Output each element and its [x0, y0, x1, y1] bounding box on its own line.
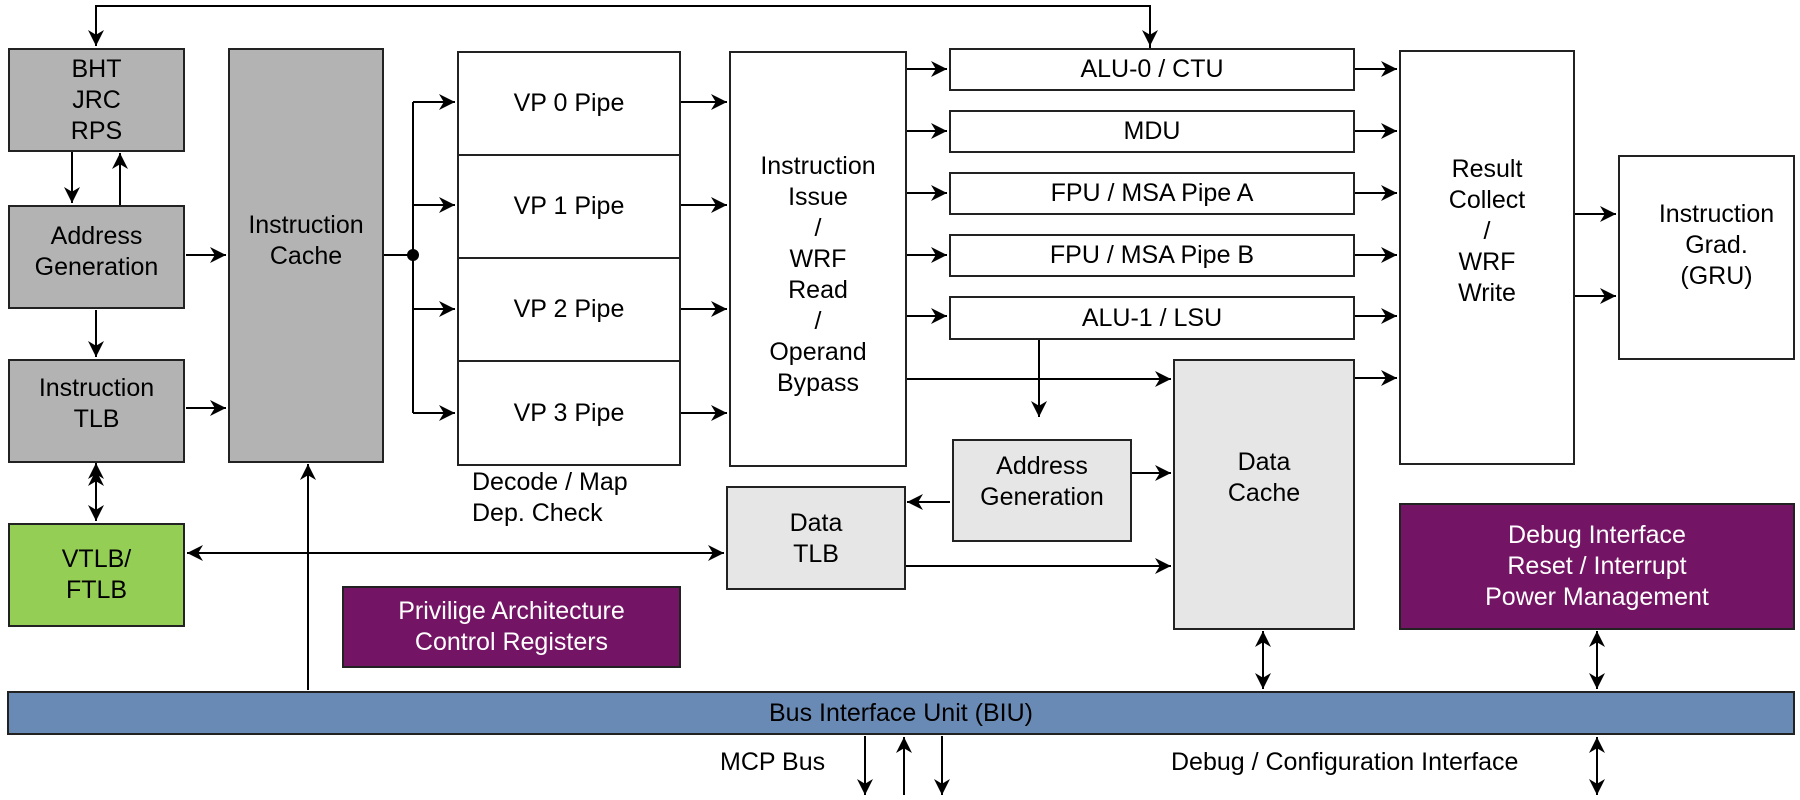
privilege-architecture-block: Privilige Architecture Control Registers	[342, 586, 681, 668]
issue-label-8: Bypass	[777, 369, 859, 397]
instruction-cache-block: Instruction Cache	[228, 48, 384, 463]
instruction-tlb-label-1: Instruction	[38, 374, 155, 402]
vp-3-pipe-label: VP 3 Pipe	[513, 398, 625, 427]
vp-2-pipe: VP 2 Pipe	[457, 257, 681, 362]
issue-label-5: Read	[788, 276, 848, 304]
bht-label: BHT	[71, 54, 122, 83]
issue-label-3: /	[814, 214, 822, 242]
biu-label: Bus Interface Unit (BIU)	[769, 698, 1033, 727]
data-cache-label-2: Cache	[1227, 479, 1301, 507]
result-collect-label-4: WRF	[1458, 248, 1516, 276]
jrc-label: JRC	[72, 85, 121, 114]
vp-3-pipe: VP 3 Pipe	[457, 360, 681, 466]
mdu-label: MDU	[1123, 117, 1181, 145]
debug-label-2: Reset / Interrupt	[1507, 552, 1687, 580]
data-tlb-block: Data TLB	[726, 486, 906, 590]
alu1-lsu-label: ALU-1 / LSU	[1081, 303, 1223, 332]
decode-caption-line-1: Decode / Map	[472, 468, 628, 496]
gru-label-3: (GRU)	[1680, 262, 1753, 290]
result-collect-label-1: Result	[1451, 155, 1523, 183]
instruction-graduation-block: Instruction Grad. (GRU)	[1618, 155, 1795, 360]
instruction-tlb-block: Instruction TLB	[8, 359, 185, 463]
feedback-wire	[88, 5, 1151, 48]
vp-0-pipe: VP 0 Pipe	[457, 51, 681, 156]
mdu-unit: MDU	[949, 110, 1355, 153]
issue-label-6: /	[814, 307, 822, 335]
fpu-msa-pipe-a-unit: FPU / MSA Pipe A	[949, 172, 1355, 215]
fpu-msa-pipe-a-label: FPU / MSA Pipe A	[1050, 179, 1254, 207]
issue-label-2: Issue	[788, 183, 848, 211]
vp-1-pipe-label: VP 1 Pipe	[513, 192, 625, 220]
vp-1-pipe: VP 1 Pipe	[457, 154, 681, 259]
gru-label-1: Instruction	[1658, 200, 1775, 228]
gru-label-2: Grad.	[1685, 231, 1748, 259]
vtlb-label: VTLB/	[61, 545, 132, 573]
vtlb-ftlb-block: VTLB/ FTLB	[8, 523, 185, 627]
data-tlb-label-2: TLB	[793, 540, 839, 568]
debug-label-1: Debug Interface	[1508, 521, 1686, 549]
rps-label: RPS	[70, 116, 123, 145]
result-collect-label-5: Write	[1458, 279, 1516, 307]
decode-caption: Decode / Map Dep. Check	[472, 467, 628, 529]
result-collect-block: Result Collect / WRF Write	[1399, 50, 1575, 465]
bht-jrc-rps-block: BHT JRC RPS	[8, 48, 185, 152]
privilege-label-2: Control Registers	[414, 628, 609, 656]
alu0-ctu-label: ALU-0 / CTU	[1080, 55, 1224, 83]
instruction-tlb-label-2: TLB	[73, 405, 120, 433]
debug-configuration-interface-label: Debug / Configuration Interface	[1171, 748, 1519, 776]
data-address-generation-label-1: Address	[996, 452, 1088, 480]
instruction-issue-block: Instruction Issue / WRF Read / Operand B…	[729, 51, 907, 467]
data-tlb-label-1: Data	[789, 509, 843, 537]
vp-2-pipe-label: VP 2 Pipe	[513, 295, 625, 323]
address-generation-label-1: Address	[50, 222, 143, 250]
issue-label-7: Operand	[769, 338, 867, 366]
decode-caption-line-2: Dep. Check	[472, 499, 603, 527]
data-address-generation-block: Address Generation	[952, 439, 1132, 542]
data-cache-label-1: Data	[1237, 448, 1291, 476]
bus-interface-unit: Bus Interface Unit (BIU)	[7, 691, 1795, 735]
alu1-lsu-unit: ALU-1 / LSU	[949, 296, 1355, 340]
data-address-generation-label-2: Generation	[980, 483, 1104, 511]
ftlb-label: FTLB	[65, 576, 128, 604]
instruction-cache-label-1: Instruction	[248, 211, 364, 239]
address-generation-block: Address Generation	[8, 205, 185, 309]
result-collect-label-2: Collect	[1448, 186, 1526, 214]
alu0-ctu-unit: ALU-0 / CTU	[949, 48, 1355, 91]
issue-label-1: Instruction	[760, 152, 876, 180]
vp-0-pipe-label: VP 0 Pipe	[513, 89, 625, 117]
address-generation-label-2: Generation	[34, 253, 159, 281]
privilege-label-1: Privilige Architecture	[398, 597, 625, 625]
junction-dot	[407, 249, 419, 261]
fpu-msa-pipe-b-label: FPU / MSA Pipe B	[1049, 241, 1255, 269]
instruction-cache-label-2: Cache	[269, 242, 343, 270]
mcp-bus-label: MCP Bus	[720, 748, 826, 776]
fpu-msa-pipe-b-unit: FPU / MSA Pipe B	[949, 234, 1355, 277]
result-collect-label-3: /	[1483, 217, 1491, 245]
data-cache-block: Data Cache	[1173, 359, 1355, 630]
debug-label-3: Power Management	[1485, 583, 1709, 611]
issue-label-4: WRF	[789, 245, 847, 273]
debug-interface-block: Debug Interface Reset / Interrupt Power …	[1399, 503, 1795, 630]
